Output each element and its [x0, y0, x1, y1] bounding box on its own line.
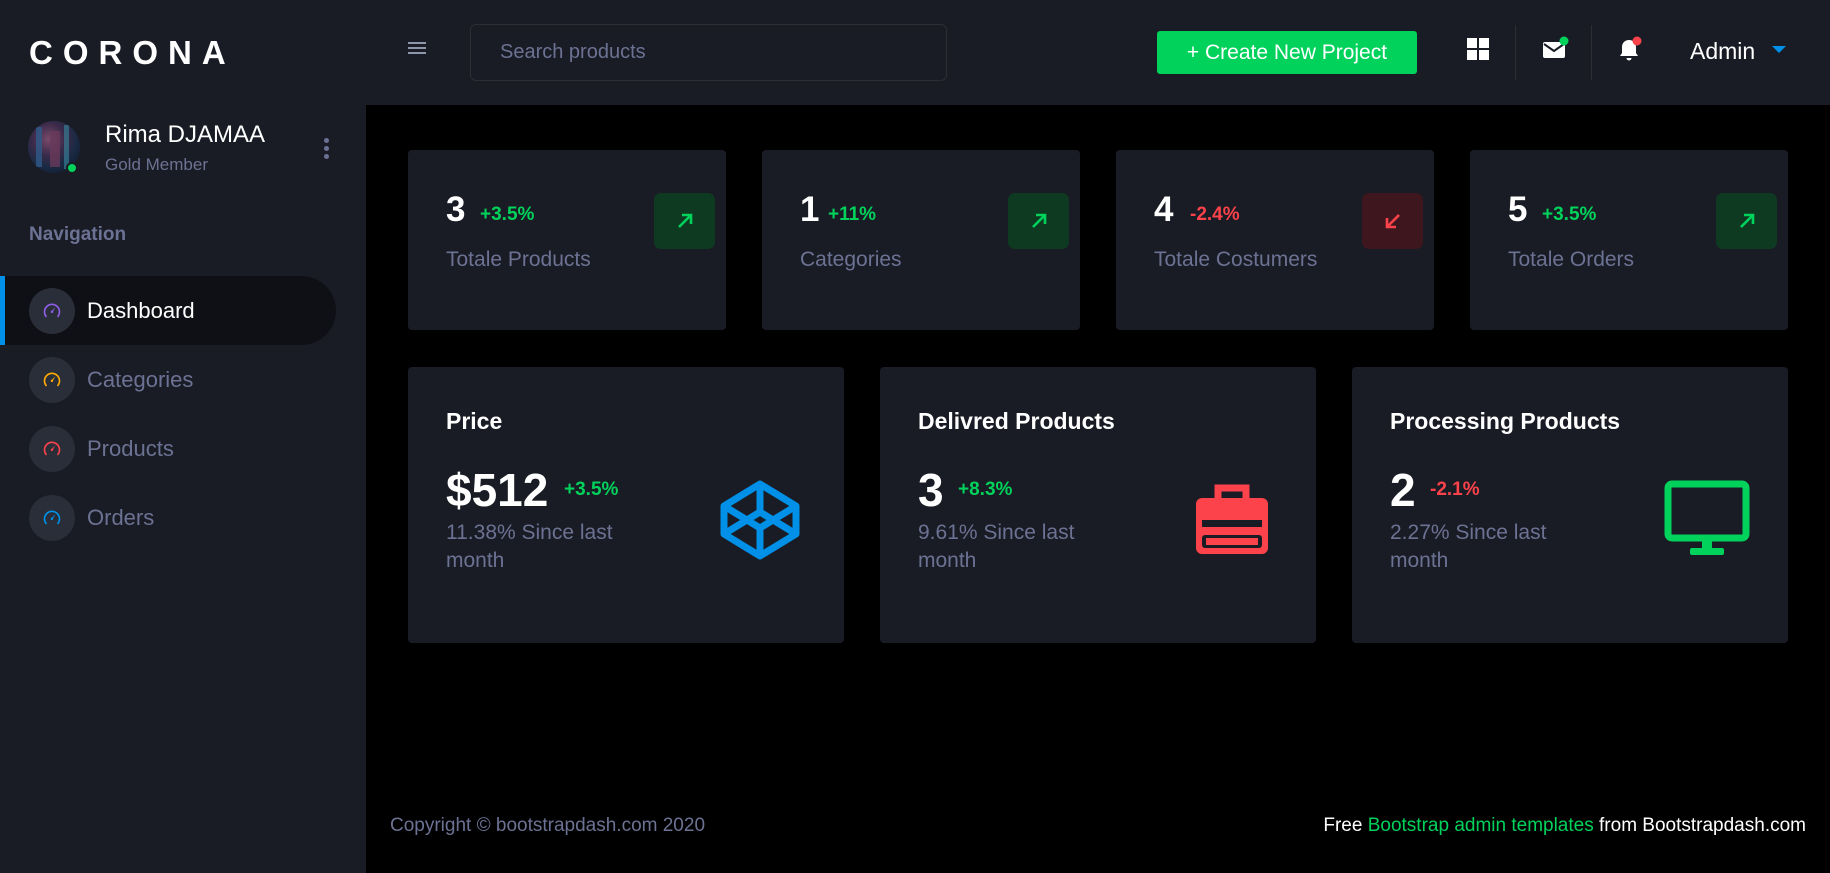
- sidebar-item-label: Dashboard: [87, 297, 195, 323]
- arrow-up-right-icon: [1716, 193, 1777, 249]
- arrow-down-left-icon: [1362, 193, 1423, 249]
- stat-card-orders: 5 +3.5% Totale Orders: [1470, 150, 1788, 330]
- card-value: 3: [918, 464, 944, 516]
- user-menu[interactable]: Admin: [1690, 38, 1755, 65]
- stat-card-products: 3 +3.5% Totale Products: [408, 150, 726, 330]
- more-options-icon[interactable]: [316, 135, 336, 163]
- stat-label: Totale Costumers: [1154, 248, 1318, 271]
- sidebar: CORONA Rima DJAMAA Gold Member Navigatio…: [0, 0, 366, 873]
- stat-value: 1: [800, 190, 820, 229]
- summary-card-delivered: Delivred Products 3 +8.3% 9.61% Since la…: [880, 367, 1316, 643]
- stat-label: Totale Orders: [1508, 248, 1635, 271]
- sidebar-item-dashboard[interactable]: Dashboard: [0, 276, 336, 345]
- card-title: Processing Products: [1390, 408, 1621, 434]
- search-box: [470, 24, 947, 81]
- footer-copyright: Copyright © bootstrapdash.com 2020: [390, 815, 706, 836]
- speedometer-icon: [29, 425, 75, 472]
- stat-value: 3: [446, 190, 466, 229]
- topbar: + Create New Project Admin: [366, 0, 1830, 105]
- brand-logo[interactable]: CORONA: [29, 34, 236, 72]
- card-change: -2.1%: [1430, 479, 1480, 500]
- sidebar-item-categories[interactable]: Categories: [0, 345, 366, 414]
- divider: [1515, 25, 1516, 80]
- stat-value: 5: [1508, 190, 1528, 229]
- arrow-up-right-icon: [654, 193, 715, 249]
- sidebar-item-label: Products: [87, 435, 174, 461]
- search-input[interactable]: [471, 25, 946, 80]
- stat-value: 4: [1154, 190, 1174, 229]
- summary-card-price: Price $512 +3.5% 11.38% Since last month: [408, 367, 844, 643]
- main-content: 3 +3.5% Totale Products 1 +11% Categorie…: [366, 105, 1830, 873]
- summary-card-processing: Processing Products 2 -2.1% 2.27% Since …: [1352, 367, 1788, 643]
- footer-credits: Free Bootstrap admin templates from Boot…: [1323, 815, 1806, 837]
- codepen-icon: [720, 480, 800, 560]
- bell-icon[interactable]: [1617, 36, 1645, 64]
- monitor-icon: [1664, 480, 1750, 560]
- mail-icon[interactable]: [1541, 36, 1569, 64]
- card-change: +8.3%: [958, 479, 1013, 500]
- profile-card: Rima DJAMAA Gold Member: [28, 121, 338, 181]
- stat-label: Categories: [800, 248, 902, 271]
- card-subtext: 11.38% Since last month: [446, 521, 613, 572]
- sidebar-nav: Dashboard Categories Products Orders: [0, 276, 366, 552]
- stat-label: Totale Products: [446, 248, 591, 271]
- stat-change: +11%: [828, 204, 877, 225]
- footer-free-prefix: Free: [1323, 815, 1363, 836]
- grid-icon[interactable]: [1465, 36, 1493, 64]
- speedometer-icon: [29, 494, 75, 541]
- stat-change: -2.4%: [1190, 204, 1240, 225]
- sidebar-item-label: Orders: [87, 504, 155, 530]
- app-root: CORONA Rima DJAMAA Gold Member Navigatio…: [0, 0, 1830, 873]
- divider: [1591, 25, 1592, 80]
- footer-templates-link[interactable]: Bootstrap admin templates: [1368, 815, 1594, 836]
- card-value: 2: [1390, 464, 1416, 516]
- arrow-up-right-icon: [1008, 193, 1069, 249]
- sidebar-item-products[interactable]: Products: [0, 414, 366, 483]
- briefcase-icon: [1192, 480, 1272, 560]
- stat-change: +3.5%: [480, 204, 535, 225]
- card-subtext: 2.27% Since last month: [1390, 521, 1547, 572]
- speedometer-icon: [29, 356, 75, 403]
- card-title: Delivred Products: [918, 408, 1115, 434]
- online-status-dot: [66, 162, 78, 174]
- sidebar-item-orders[interactable]: Orders: [0, 483, 366, 552]
- footer-free-suffix: from Bootstrapdash.com: [1599, 815, 1806, 836]
- stat-change: +3.5%: [1542, 204, 1597, 225]
- card-change: +3.5%: [564, 479, 619, 500]
- stat-card-categories: 1 +11% Categories: [762, 150, 1080, 330]
- profile-name: Rima DJAMAA: [105, 121, 266, 148]
- speedometer-icon: [29, 287, 75, 334]
- chevron-down-icon[interactable]: [1772, 46, 1786, 53]
- sidebar-item-label: Categories: [87, 366, 194, 392]
- profile-role: Gold Member: [105, 155, 208, 174]
- card-value: $512: [446, 464, 549, 516]
- create-project-button[interactable]: + Create New Project: [1157, 31, 1417, 74]
- card-subtext: 9.61% Since last month: [918, 521, 1075, 572]
- stat-card-customers: 4 -2.4% Totale Costumers: [1116, 150, 1434, 330]
- menu-toggle-icon[interactable]: [408, 42, 426, 56]
- nav-heading: Navigation: [29, 224, 127, 245]
- card-title: Price: [446, 408, 503, 434]
